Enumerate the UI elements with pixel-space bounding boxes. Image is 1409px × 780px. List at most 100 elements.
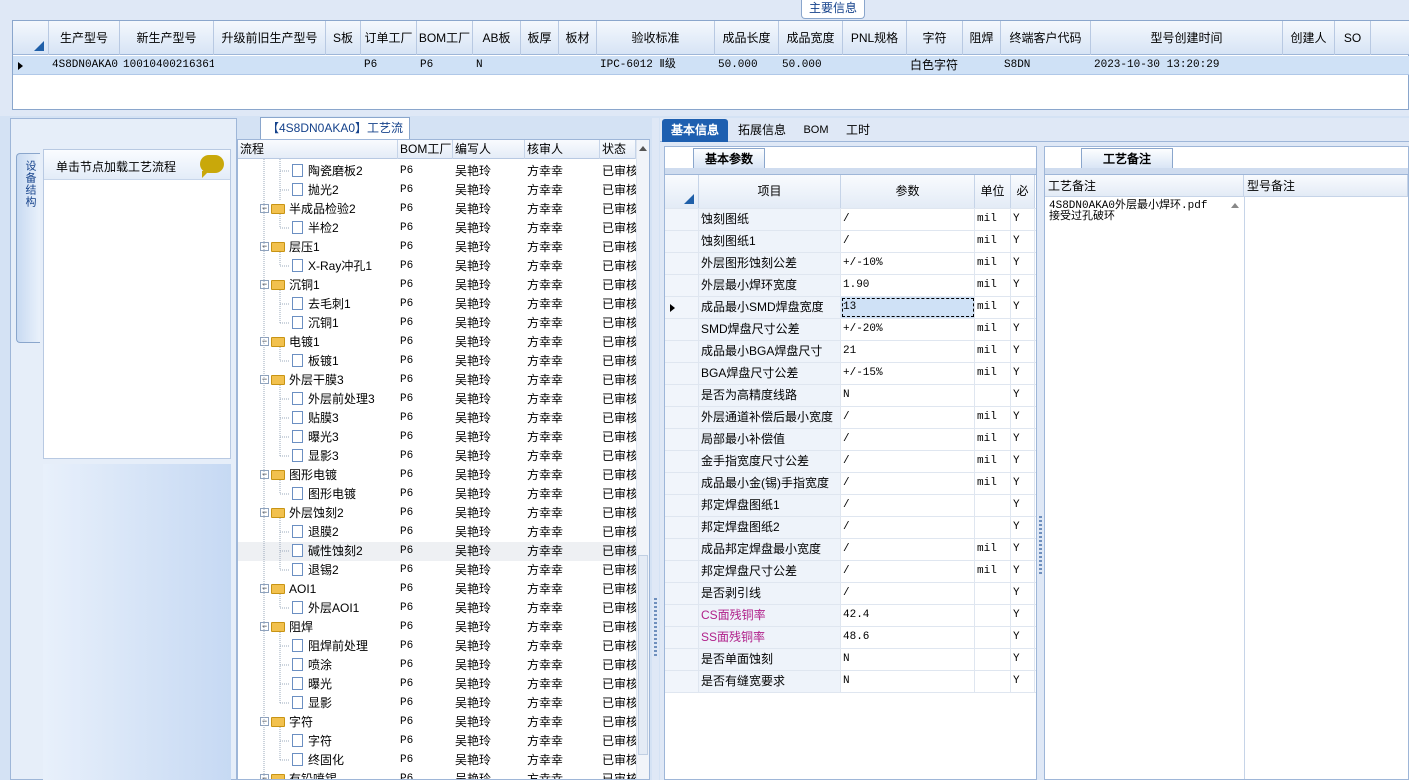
param-row[interactable]: BGA焊盘尺寸公差 +/-15% mil Y	[665, 363, 1036, 385]
param-value[interactable]: 42.4	[841, 605, 975, 626]
tree-node[interactable]: − 字符	[260, 713, 394, 732]
col-header[interactable]: 板材	[559, 21, 597, 55]
row-header[interactable]	[665, 539, 699, 560]
param-value[interactable]: /	[841, 209, 975, 230]
param-value[interactable]: N	[841, 671, 975, 692]
tree-row[interactable]: − 外层蚀刻2 P6 吴艳玲 方幸幸 已审核	[238, 504, 636, 523]
row-header[interactable]	[665, 209, 699, 230]
param-row[interactable]: 成品最小BGA焊盘尺寸 21 mil Y	[665, 341, 1036, 363]
tree-node[interactable]: 退锡2	[292, 561, 394, 580]
splitter-vertical[interactable]	[652, 118, 659, 780]
param-row[interactable]: 蚀刻图纸 / mil Y	[665, 209, 1036, 231]
tree-node[interactable]: − 阻焊	[260, 618, 394, 637]
tree-node[interactable]: 图形电镀	[292, 485, 394, 504]
col-header[interactable]: BOM工厂	[417, 21, 473, 55]
row-header[interactable]	[665, 451, 699, 472]
param-value[interactable]: /	[841, 583, 975, 604]
load-flow-button[interactable]: 单击节点加载工艺流程	[44, 150, 230, 180]
param-row[interactable]: 邦定焊盘图纸1/ Y	[665, 495, 1036, 517]
param-row[interactable]: 邦定焊盘尺寸公差 / mil Y	[665, 561, 1036, 583]
tree-row[interactable]: − 半成品检验2 P6 吴艳玲 方幸幸 已审核	[238, 200, 636, 219]
tree-node[interactable]: 贴膜3	[292, 409, 394, 428]
col-header[interactable]: PNL规格	[843, 21, 907, 55]
param-value[interactable]: N	[841, 649, 975, 670]
param-row[interactable]: 外层通道补偿后最小宽度 / mil Y	[665, 407, 1036, 429]
col-header[interactable]: 阻焊	[963, 21, 1001, 55]
param-value[interactable]: 1.90	[841, 275, 975, 296]
row-header[interactable]	[665, 495, 699, 516]
collapse-icon[interactable]: −	[260, 508, 269, 518]
row-header[interactable]	[665, 671, 699, 692]
tree-node[interactable]: 字符	[292, 732, 394, 751]
notes-scroll-up-icon[interactable]	[1231, 203, 1239, 208]
tree-row[interactable]: 显影 P6 吴艳玲 方幸幸 已审核	[238, 694, 636, 713]
param-value[interactable]: /	[841, 429, 975, 450]
tree-row[interactable]: 显影3 P6 吴艳玲 方幸幸 已审核	[238, 447, 636, 466]
collapse-icon[interactable]: −	[260, 375, 269, 385]
tab-work-hours[interactable]: 工时	[840, 119, 876, 142]
param-row[interactable]: 外层最小焊环宽度 1.90 mil Y	[665, 275, 1036, 297]
tree-col-header[interactable]: 流程	[238, 140, 398, 159]
tree-node[interactable]: 半检2	[292, 219, 394, 238]
param-value[interactable]: /	[841, 539, 975, 560]
tree-node[interactable]: − 外层蚀刻2	[260, 504, 394, 523]
col-header[interactable]: 型号创建时间	[1091, 21, 1283, 55]
row-header[interactable]	[665, 297, 699, 318]
tree-row[interactable]: − 阻焊 P6 吴艳玲 方幸幸 已审核	[238, 618, 636, 637]
param-value[interactable]: 48.6	[841, 627, 975, 648]
tree-node[interactable]: 显影	[292, 694, 394, 713]
tree-node[interactable]: 去毛刺1	[292, 295, 394, 314]
tree-col-header[interactable]: 编写人	[453, 140, 525, 159]
col-header[interactable]: AB板	[473, 21, 521, 55]
tree-node[interactable]: 沉铜1	[292, 314, 394, 333]
row-header[interactable]	[665, 231, 699, 252]
param-row[interactable]: 是否单面蚀刻 N Y	[665, 649, 1036, 671]
tab-extended-info[interactable]: 拓展信息	[732, 119, 792, 142]
tree-row[interactable]: − 图形电镀 P6 吴艳玲 方幸幸 已审核	[238, 466, 636, 485]
col-header[interactable]: SO	[1335, 21, 1371, 55]
tree-col-header[interactable]: 状态	[600, 140, 636, 159]
tree-row[interactable]: 贴膜3 P6 吴艳玲 方幸幸 已审核	[238, 409, 636, 428]
tree-node[interactable]: 外层AOI1	[292, 599, 394, 618]
tree-node[interactable]: 终固化	[292, 751, 394, 770]
param-col-header[interactable]: 项目	[699, 175, 841, 208]
tree-row[interactable]: X-Ray冲孔1 P6 吴艳玲 方幸幸 已审核	[238, 257, 636, 276]
tree-node[interactable]: 曝光	[292, 675, 394, 694]
param-row[interactable]: 邦定焊盘图纸2/ Y	[665, 517, 1036, 539]
row-header[interactable]	[665, 341, 699, 362]
col-header[interactable]: 订单工厂	[361, 21, 417, 55]
tree-row[interactable]: − 电镀1 P6 吴艳玲 方幸幸 已审核	[238, 333, 636, 352]
collapse-icon[interactable]: −	[260, 242, 269, 252]
tree-row[interactable]: − AOI1 P6 吴艳玲 方幸幸 已审核	[238, 580, 636, 599]
tree-row[interactable]: 外层前处理3 P6 吴艳玲 方幸幸 已审核	[238, 390, 636, 409]
tree-row[interactable]: 碱性蚀刻2 P6 吴艳玲 方幸幸 已审核	[238, 542, 636, 561]
grid-corner[interactable]	[665, 175, 699, 208]
col-header[interactable]: S板	[326, 21, 361, 55]
tree-node[interactable]: 阻焊前处理	[292, 637, 394, 656]
tree-row[interactable]: 图形电镀 P6 吴艳玲 方幸幸 已审核	[238, 485, 636, 504]
param-row[interactable]: 是否剥引线 / Y	[665, 583, 1036, 605]
tree-row[interactable]: 抛光2 P6 吴艳玲 方幸幸 已审核	[238, 181, 636, 200]
tree-col-header[interactable]: BOM工厂	[398, 140, 453, 159]
param-value[interactable]: /	[841, 561, 975, 582]
col-header[interactable]: 板厚	[521, 21, 559, 55]
tab-basic-info[interactable]: 基本信息	[662, 119, 728, 142]
tab-bom[interactable]: BOM	[798, 119, 834, 142]
col-header[interactable]: 验收标准	[597, 21, 715, 55]
tree-row[interactable]: 外层AOI1 P6 吴艳玲 方幸幸 已审核	[238, 599, 636, 618]
table-row[interactable]: 4S8DN0AKA0 10010400216361 P6 P6 N IPC-6012 Ⅱ级…	[13, 56, 1409, 75]
param-value[interactable]: /	[841, 451, 975, 472]
collapse-icon[interactable]: −	[260, 470, 269, 480]
tab-basic-params[interactable]: 基本参数	[693, 148, 765, 169]
param-value[interactable]: +/-15%	[841, 363, 975, 384]
row-header[interactable]	[665, 319, 699, 340]
col-header[interactable]: 生产型号	[49, 21, 120, 55]
collapse-icon[interactable]: −	[260, 622, 269, 632]
grid-corner[interactable]	[13, 21, 49, 55]
row-header[interactable]	[665, 583, 699, 604]
col-header[interactable]: 成品长度	[715, 21, 779, 55]
param-value[interactable]: /	[841, 473, 975, 494]
scroll-thumb[interactable]	[638, 555, 648, 755]
row-header[interactable]	[665, 605, 699, 626]
tree-node[interactable]: − 电镀1	[260, 333, 394, 352]
